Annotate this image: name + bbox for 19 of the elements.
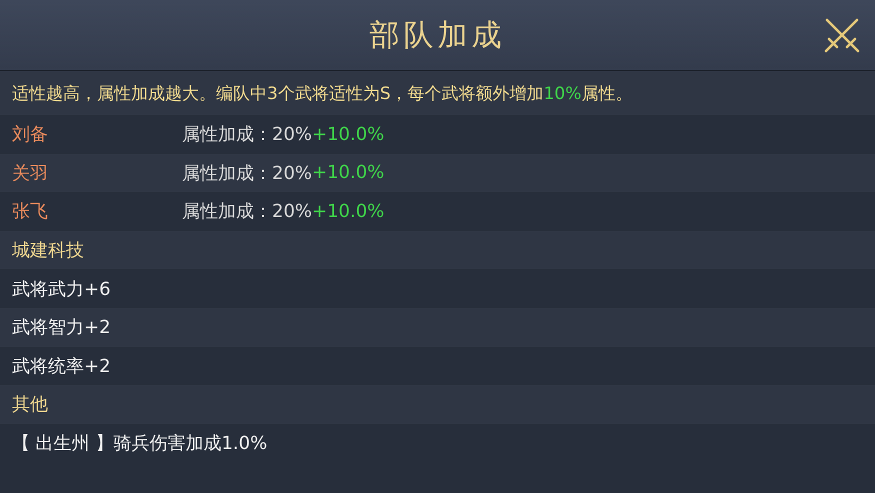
section-heading: 其他 [12, 393, 48, 416]
crossed-swords-icon [823, 16, 861, 54]
section-heading: 城建科技 [12, 239, 84, 262]
close-button[interactable] [823, 16, 861, 54]
window-title: 部队加成 [370, 16, 506, 54]
general-name: 刘备 [12, 123, 49, 146]
bonus-value: +10.0% [312, 162, 384, 184]
bonus-item: 【 出生州 】骑兵伤害加成1.0% [12, 432, 268, 456]
bonus-item: 武将智力+2 [12, 316, 111, 340]
general-name: 张飞 [12, 200, 49, 224]
bonus-value: +10.0% [312, 200, 384, 222]
bonus-label: 属性加成：20% [182, 200, 312, 224]
bonus-label: 属性加成：20% [182, 123, 312, 146]
bonus-item: 武将统率+2 [12, 354, 111, 378]
general-name: 关羽 [12, 162, 49, 185]
bonus-value: +10.0% [312, 124, 384, 145]
description-text: 适性越高，属性加成越大。编队中3个武将适性为S，每个武将额外增加 10%属性。 [12, 82, 632, 104]
bonus-label: 属性加成：20% [182, 162, 312, 185]
bonus-item: 武将武力+6 [12, 278, 111, 301]
